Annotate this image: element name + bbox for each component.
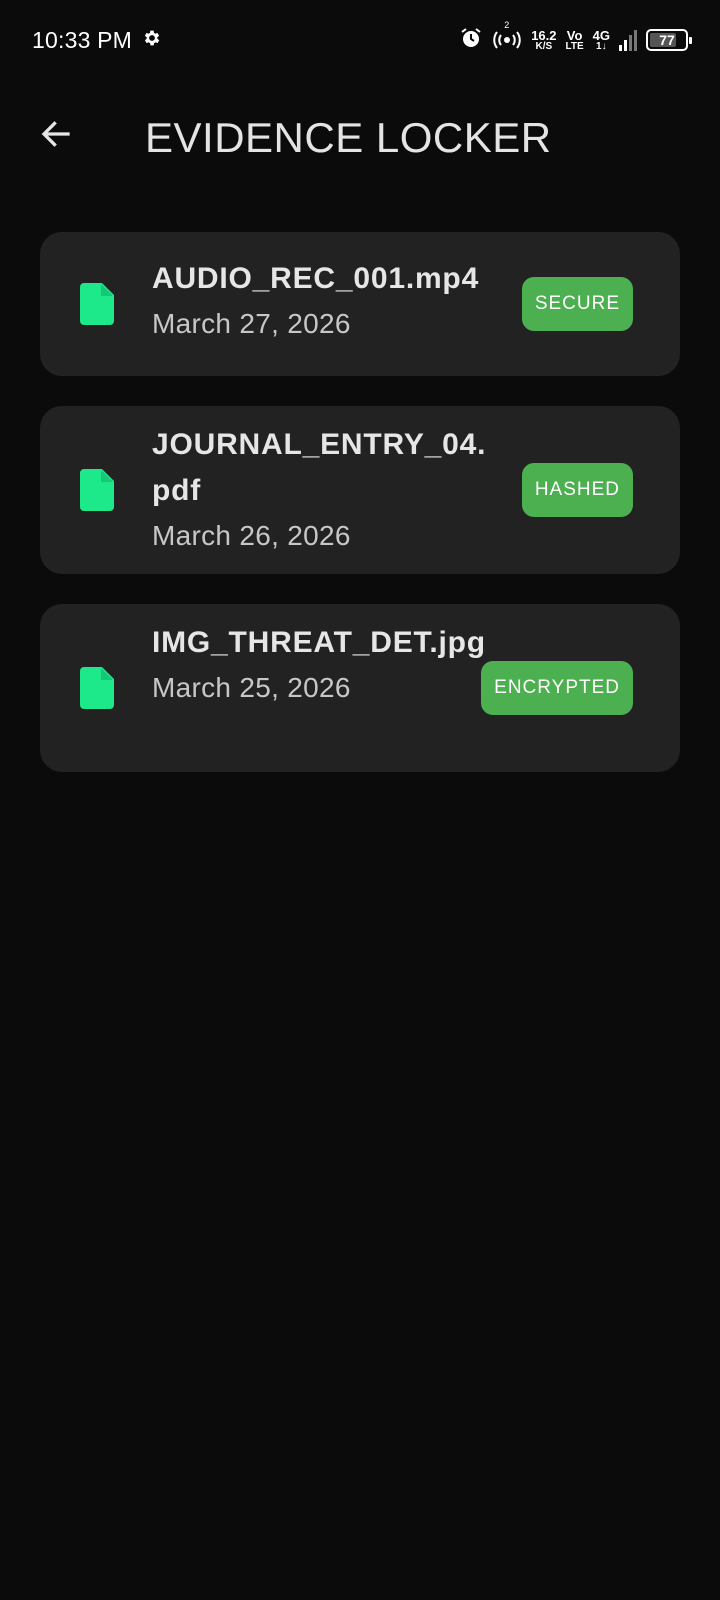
network-speed: 16.2 K/S [531,29,556,52]
status-badge: ENCRYPTED [481,661,633,715]
signal-icon [619,29,637,51]
file-icon [80,667,114,709]
evidence-card[interactable]: IMG_THREAT_DET.jpg March 25, 2026 ENCRYP… [40,604,680,772]
file-icon [80,283,114,325]
status-bar-right: 2 16.2 K/S Vo LTE 4G 1↓ 77 [459,20,692,55]
evidence-card[interactable]: AUDIO_REC_001.mp4 March 27, 2026 SECURE [40,232,680,376]
status-bar: 10:33 PM 2 16.2 K/S Vo LTE 4G 1↓ 77 [0,0,720,80]
speed-unit: K/S [535,40,553,52]
volte-indicator: Vo LTE [566,29,584,52]
file-info: IMG_THREAT_DET.jpg March 25, 2026 [152,620,492,710]
volte-bottom: LTE [565,40,584,52]
app-bar: EVIDENCE LOCKER [0,96,720,176]
status-badge: HASHED [521,463,633,517]
alarm-icon [459,26,483,55]
network-type-top: 4G [592,27,610,43]
volte-top: Vo [566,27,583,43]
file-info: AUDIO_REC_001.mp4 March 27, 2026 [152,256,492,346]
file-date: March 26, 2026 [152,520,351,551]
arrow-left-icon [38,116,74,157]
hotspot-count: 2 [504,19,510,30]
evidence-file-list: AUDIO_REC_001.mp4 March 27, 2026 SECURE … [40,232,680,802]
battery-icon: 77 [646,29,692,51]
evidence-card[interactable]: JOURNAL_ENTRY_04.pdf March 26, 2026 HASH… [40,406,680,574]
settings-gear-icon [142,28,162,53]
back-button[interactable] [34,114,78,158]
page-title: EVIDENCE LOCKER [145,114,552,161]
network-type: 4G 1↓ [593,29,610,52]
network-type-bottom: 1↓ [596,40,607,52]
status-badge: SECURE [521,277,633,331]
file-name: IMG_THREAT_DET.jpg [152,626,486,659]
file-date: March 27, 2026 [152,308,351,339]
file-name: JOURNAL_ENTRY_04.pdf [152,428,487,507]
file-icon [80,469,114,511]
status-bar-left: 10:33 PM [32,27,162,54]
file-info: JOURNAL_ENTRY_04.pdf March 26, 2026 [152,422,492,558]
hotspot-icon: 2 [492,20,522,55]
file-date: March 25, 2026 [152,672,351,703]
file-name: AUDIO_REC_001.mp4 [152,262,480,295]
battery-level: 77 [659,32,675,48]
speed-value: 16.2 [531,27,557,43]
status-time: 10:33 PM [32,26,133,53]
